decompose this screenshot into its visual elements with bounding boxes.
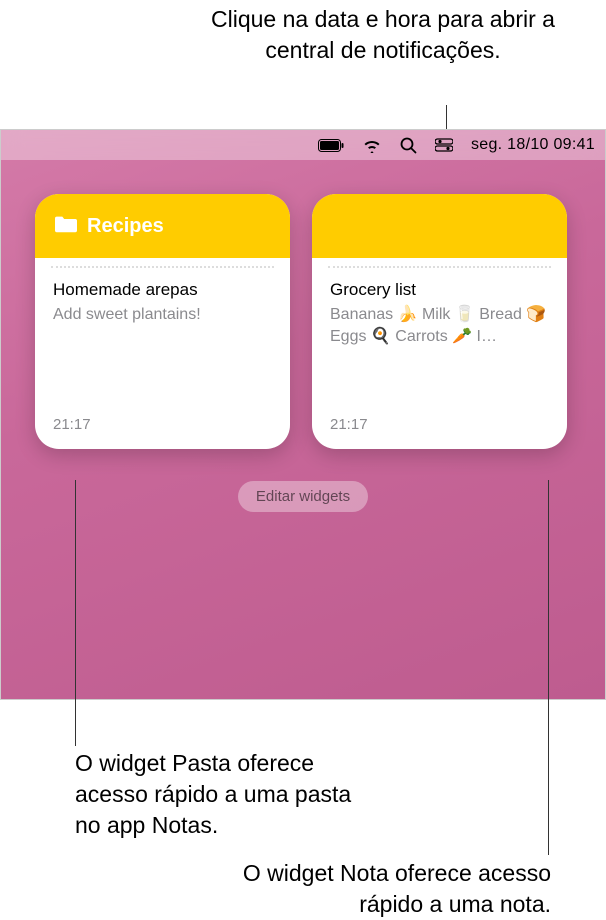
widget-folder-name: Recipes: [87, 215, 164, 238]
note-preview: Bananas 🍌 Milk 🥛 Bread 🍞 Eggs 🍳 Carrots …: [330, 304, 549, 347]
widget-time: 21:17: [53, 416, 91, 433]
callout-line: [548, 480, 549, 855]
wifi-icon[interactable]: [362, 138, 382, 153]
desktop-area: seg. 18/10 09:41 Recipes Homemade arepas…: [0, 129, 606, 700]
spotlight-search-icon[interactable]: [400, 137, 417, 154]
note-title: Homemade arepas: [53, 280, 272, 300]
note-title: Grocery list: [330, 280, 549, 300]
edit-widgets-button[interactable]: Editar widgets: [238, 481, 368, 512]
note-preview: Add sweet plantains!: [53, 304, 272, 326]
widget-header: Recipes: [35, 194, 290, 258]
annotation-note-widget: O widget Nota oferece acesso rápido a um…: [211, 858, 551, 920]
callout-line: [75, 480, 76, 746]
folder-icon: [55, 213, 77, 240]
widgets-container: Recipes Homemade arepas Add sweet planta…: [1, 160, 605, 449]
callout-line: [446, 105, 447, 130]
notes-single-widget[interactable]: Grocery list Bananas 🍌 Milk 🥛 Bread 🍞 Eg…: [312, 194, 567, 449]
battery-icon[interactable]: [318, 139, 344, 152]
menubar: seg. 18/10 09:41: [1, 130, 605, 160]
annotation-top: Clique na data e hora para abrir a centr…: [0, 0, 606, 66]
control-center-icon[interactable]: [435, 138, 453, 152]
widget-header: [312, 194, 567, 258]
menubar-datetime[interactable]: seg. 18/10 09:41: [471, 136, 595, 154]
annotation-folder-widget: O widget Pasta oferece acesso rápido a u…: [75, 748, 375, 841]
widget-time: 21:17: [330, 416, 368, 433]
notes-folder-widget[interactable]: Recipes Homemade arepas Add sweet planta…: [35, 194, 290, 449]
